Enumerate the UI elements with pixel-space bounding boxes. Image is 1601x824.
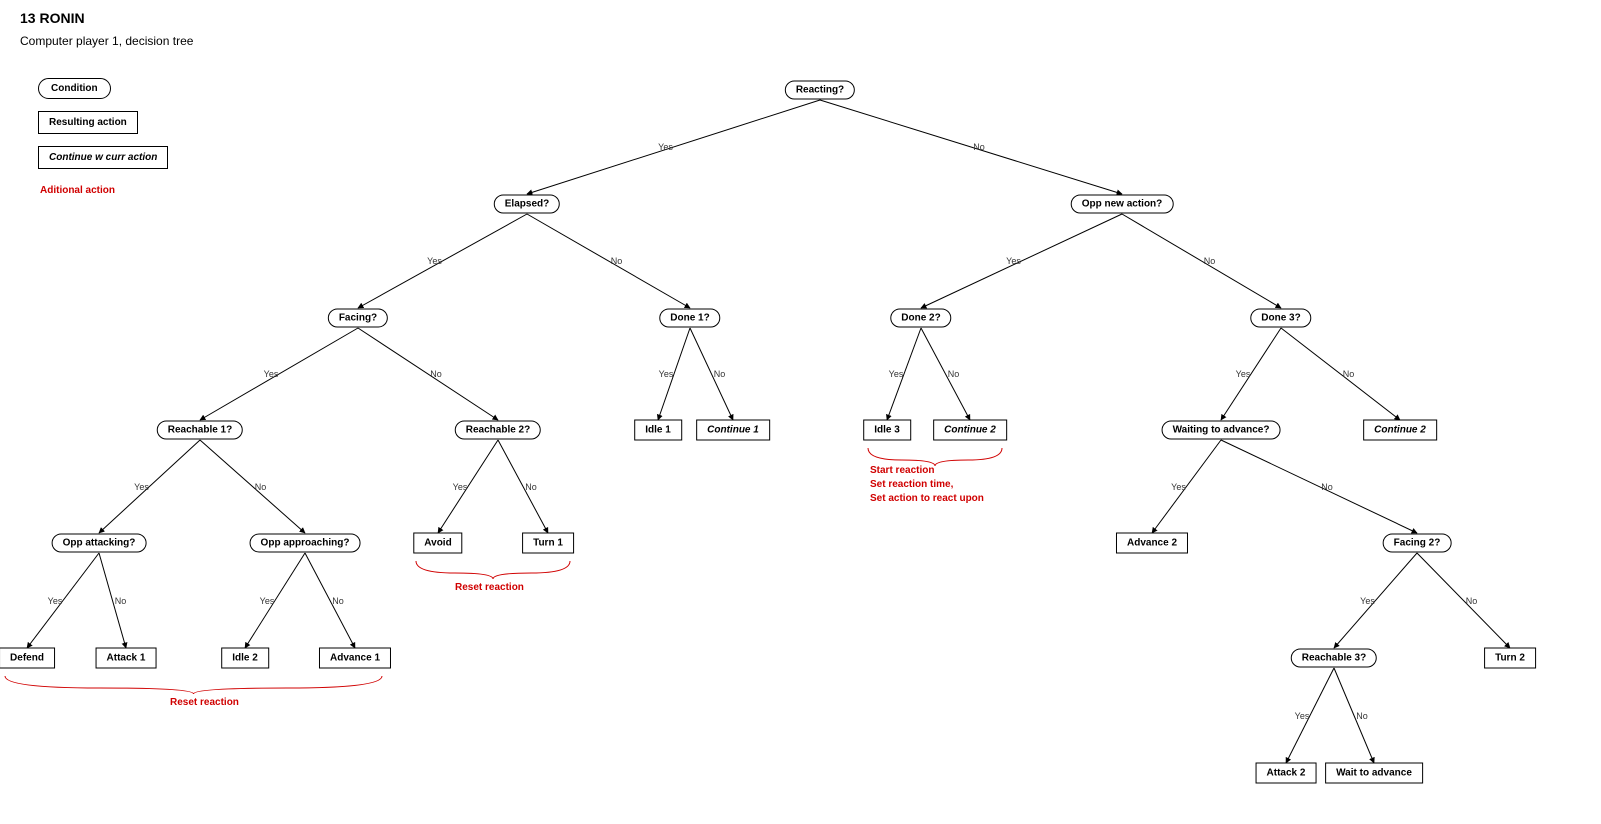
node-reach2: Reachable 2? — [455, 421, 541, 440]
node-done2: Done 2? — [890, 309, 951, 328]
node-continue2b: Continue 2 — [1363, 420, 1437, 441]
node-continue1: Continue 1 — [696, 420, 770, 441]
edge-label: Yes — [658, 142, 673, 152]
edge-label: No — [430, 369, 442, 379]
edge-label: No — [115, 596, 127, 606]
node-reach1: Reachable 1? — [157, 421, 243, 440]
annotation-reset-reaction: Reset reaction — [170, 697, 239, 708]
edge-label: No — [255, 482, 267, 492]
node-idle1: Idle 1 — [634, 420, 682, 441]
edge-label: No — [1343, 369, 1355, 379]
node-waittoadv: Wait to advance — [1325, 763, 1423, 784]
edge-label: Yes — [260, 596, 275, 606]
edge-label: No — [525, 482, 537, 492]
edge-label: Yes — [1236, 369, 1251, 379]
node-idle3: Idle 3 — [863, 420, 911, 441]
edge-label: Yes — [264, 369, 279, 379]
node-done3: Done 3? — [1250, 309, 1311, 328]
node-waitingadv: Waiting to advance? — [1162, 421, 1281, 440]
edge-label: No — [714, 369, 726, 379]
edge-label: No — [1321, 482, 1333, 492]
annotation-start-reaction: Start reaction — [870, 465, 934, 476]
edge-label: No — [1204, 256, 1216, 266]
node-done1: Done 1? — [659, 309, 720, 328]
edge-label: Yes — [889, 369, 904, 379]
node-idle2: Idle 2 — [221, 648, 269, 669]
edge-label: Yes — [1360, 596, 1375, 606]
edge-label: Yes — [1171, 482, 1186, 492]
annotation-start-reaction: Set action to react upon — [870, 493, 984, 504]
node-reacting: Reacting? — [785, 81, 855, 100]
edge-label: No — [1356, 711, 1368, 721]
diagram-stage: Reacting? Elapsed? Opp new action? Facing? D… — [0, 0, 1601, 824]
edge-label: No — [332, 596, 344, 606]
edge-label: Yes — [48, 596, 63, 606]
edge-label: Yes — [134, 482, 149, 492]
node-attack1: Attack 1 — [96, 648, 157, 669]
node-turn1: Turn 1 — [522, 533, 574, 554]
node-oppatk: Opp attacking? — [52, 534, 147, 553]
node-continue2a: Continue 2 — [933, 420, 1007, 441]
node-facing: Facing? — [328, 309, 388, 328]
node-facing2: Facing 2? — [1383, 534, 1452, 553]
edge-label: Yes — [453, 482, 468, 492]
node-reach3: Reachable 3? — [1291, 649, 1377, 668]
edge-label: No — [973, 142, 985, 152]
edge-label: Yes — [427, 256, 442, 266]
node-oppapp: Opp approaching? — [250, 534, 361, 553]
node-advance2: Advance 2 — [1116, 533, 1188, 554]
annotation-start-reaction: Set reaction time, — [870, 479, 953, 490]
node-advance1: Advance 1 — [319, 648, 391, 669]
edge-label: Yes — [1006, 256, 1021, 266]
edge-label: No — [948, 369, 960, 379]
node-avoid: Avoid — [413, 533, 462, 554]
node-attack2: Attack 2 — [1256, 763, 1317, 784]
edge-label: No — [611, 256, 623, 266]
node-elapsed: Elapsed? — [494, 195, 560, 214]
node-turn2: Turn 2 — [1484, 648, 1536, 669]
node-defend: Defend — [0, 648, 55, 669]
edge-label: Yes — [659, 369, 674, 379]
edge-label: No — [1466, 596, 1478, 606]
node-oppnew: Opp new action? — [1071, 195, 1174, 214]
annotation-reset-reaction: Reset reaction — [455, 582, 524, 593]
edge-label: Yes — [1295, 711, 1310, 721]
